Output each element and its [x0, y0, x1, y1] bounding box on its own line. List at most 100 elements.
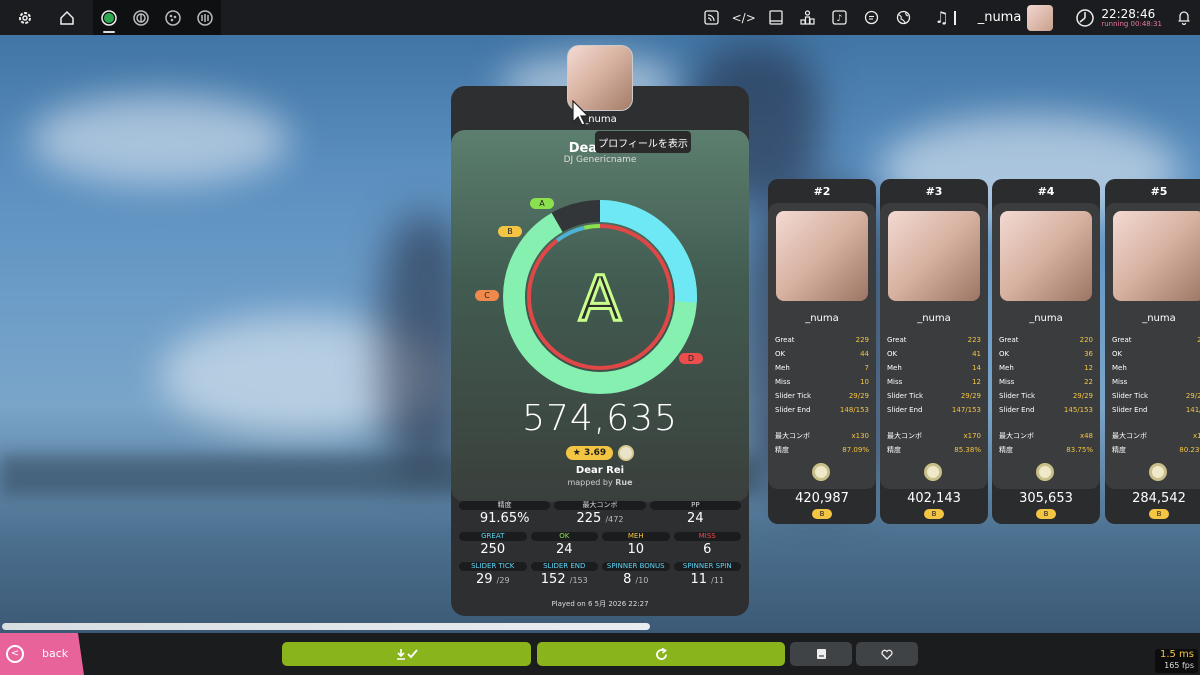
heart-icon: [881, 649, 893, 660]
mod-icon: [924, 463, 942, 481]
retry-icon: [655, 647, 667, 660]
back-button[interactable]: < back: [0, 633, 84, 675]
avatar: [776, 211, 868, 301]
leaderboard-rank: #4: [1037, 185, 1055, 198]
catch-ruleset-icon[interactable]: [157, 0, 189, 35]
book-icon[interactable]: [760, 0, 792, 35]
music-edit-icon[interactable]: ♪: [824, 0, 856, 35]
score-stat-row: Slider End 148/153: [775, 406, 869, 414]
grade-badge-d: D: [679, 353, 703, 364]
mod-icon: [812, 463, 830, 481]
score-stat-row: Meh: [1112, 364, 1127, 372]
mapper-line: mapped by Rue: [567, 478, 633, 487]
leaderboard-card[interactable]: #4 _numa Great 220 OK 36 Meh 12 Miss 22 Slider Tic…: [992, 179, 1100, 524]
score-stat-row: OK 36: [999, 350, 1093, 358]
globe-icon[interactable]: [888, 0, 920, 35]
leaderboard-rank: #2: [813, 185, 831, 198]
mod-icon: [1149, 463, 1167, 481]
tooltip: プロフィールを表示: [595, 131, 691, 153]
leaderboard-username: _numa: [1142, 313, 1176, 324]
clock[interactable]: 22:28:46 running 00:48:31: [1075, 8, 1162, 28]
total-score: 574,635: [522, 398, 678, 439]
score-stat-row: OK 41: [887, 350, 981, 358]
chevron-left-icon: <: [6, 645, 24, 663]
score-panel: _numa Dear Rei DJ Genericname A A B C D …: [451, 86, 749, 616]
leaderboard-username: _numa: [805, 313, 839, 324]
difficulty-row: ★ 3.69: [451, 445, 749, 461]
mapper-name[interactable]: Rue: [615, 478, 632, 487]
chat-icon[interactable]: [856, 0, 888, 35]
score-stat-row: Great 220: [999, 336, 1093, 344]
leaderboard-card[interactable]: #3 _numa Great 223 OK 41 Meh 14 Miss 12 Slider Tic…: [880, 179, 988, 524]
replay-button[interactable]: [790, 642, 852, 666]
replay-progress-bar[interactable]: [2, 623, 650, 630]
stat-spinner-bonus: SPINNER BONUS 8 /10: [602, 562, 670, 590]
avatar: [1000, 211, 1092, 301]
score-stat-row: Slider End141/1: [1112, 406, 1200, 414]
clock-time: 22:28:46: [1101, 6, 1156, 21]
leaderboard-score: 402,143: [907, 491, 961, 506]
score-stat-row: Miss: [1112, 378, 1128, 386]
leaderboard-card-body: _numa Great20 OK Meh Miss Slider Tick29/29 Sli…: [1105, 203, 1200, 489]
leaderboard-rank: #5: [1150, 185, 1168, 198]
score-stat-row: Slider Tick29/29: [1112, 392, 1200, 400]
beatmap-artist: DJ Genericname: [563, 155, 637, 165]
score-stat-row: Meh 14: [887, 364, 981, 372]
retry-button[interactable]: [537, 642, 785, 666]
leaderboard-card[interactable]: #2 _numa Great 229 OK 44 Meh 7 Miss 10 Slider Tick…: [768, 179, 876, 524]
leaderboard-score: 305,653: [1019, 491, 1073, 506]
top-toolbar: </> ♪ ♫ _numa 22:28:46 running 00:48:31: [0, 0, 1200, 35]
mouse-cursor-icon: [572, 99, 590, 130]
grade-badge: B: [1036, 509, 1056, 519]
home-icon[interactable]: [51, 0, 83, 35]
frametime: 1.5 ms: [1159, 649, 1194, 660]
player-name[interactable]: _numa: [451, 114, 749, 125]
stat-accuracy: 精度 91.65%: [459, 501, 551, 529]
taiko-ruleset-icon[interactable]: [125, 0, 157, 35]
avatar: [1027, 4, 1054, 31]
score-stat-row: 精度 85.38%: [887, 446, 981, 454]
volume-indicator[interactable]: [953, 10, 956, 25]
leaderboard-rank: #3: [925, 185, 943, 198]
star-rating-badge: ★ 3.69: [565, 446, 614, 460]
leaderboard-card-body: _numa Great 229 OK 44 Meh 7 Miss 10 Slider Tick 29…: [768, 203, 876, 489]
mod-icon[interactable]: [618, 445, 635, 461]
score-stat-row: Slider Tick29/29: [887, 392, 981, 400]
leaderboard-username: _numa: [1029, 313, 1063, 324]
grade-badge-a: A: [530, 198, 554, 209]
running-time: running 00:48:31: [1101, 19, 1162, 28]
score-stat-row: Slider End 145/153: [999, 406, 1093, 414]
news-icon[interactable]: [696, 0, 728, 35]
avatar: [888, 211, 980, 301]
svg-text:♪: ♪: [837, 14, 843, 24]
score-stat-row: Miss 12: [887, 378, 981, 386]
stat-meh: MEH 10: [602, 532, 670, 559]
score-stat-row: Great 229: [775, 336, 869, 344]
score-stat-row: Miss 22: [999, 378, 1093, 386]
score-stat-row: 精度80.23%: [1112, 446, 1200, 454]
score-card: Dear Rei DJ Genericname A A B C D 574,63…: [451, 130, 749, 502]
code-icon[interactable]: </>: [728, 0, 760, 35]
user-button[interactable]: _numa: [978, 4, 1054, 31]
leaderboard-username: _numa: [917, 313, 951, 324]
osu-ruleset-icon[interactable]: [93, 0, 125, 35]
score-stat-row: Slider End 147/153: [887, 406, 981, 414]
mania-ruleset-icon[interactable]: [189, 0, 221, 35]
replay-icon: [816, 649, 826, 659]
score-stat-row: Meh 12: [999, 364, 1093, 372]
score-stat-row: OK 44: [775, 350, 869, 358]
grade-letter: A: [579, 262, 621, 335]
ranking-icon[interactable]: [792, 0, 824, 35]
stat-slider-end: SLIDER END 152 /153: [530, 562, 598, 590]
bell-icon[interactable]: [1168, 0, 1200, 35]
download-button[interactable]: [282, 642, 531, 666]
leaderboard-card[interactable]: #5 _numa Great20 OK Meh Miss Slider Tick29/29 S…: [1105, 179, 1200, 524]
favourite-button[interactable]: [856, 642, 918, 666]
gear-icon[interactable]: [9, 0, 41, 35]
score-stat-row: OK: [1112, 350, 1123, 358]
score-stat-row: Slider Tick29/29: [999, 392, 1093, 400]
score-stat-row: 最大コンボx11: [1112, 432, 1200, 440]
stat-max-combo: 最大コンボ 225 /472: [554, 501, 646, 529]
score-stat-row: 最大コンボ x170: [887, 432, 981, 440]
stat-slider-tick: SLIDER TICK 29 /29: [459, 562, 527, 590]
